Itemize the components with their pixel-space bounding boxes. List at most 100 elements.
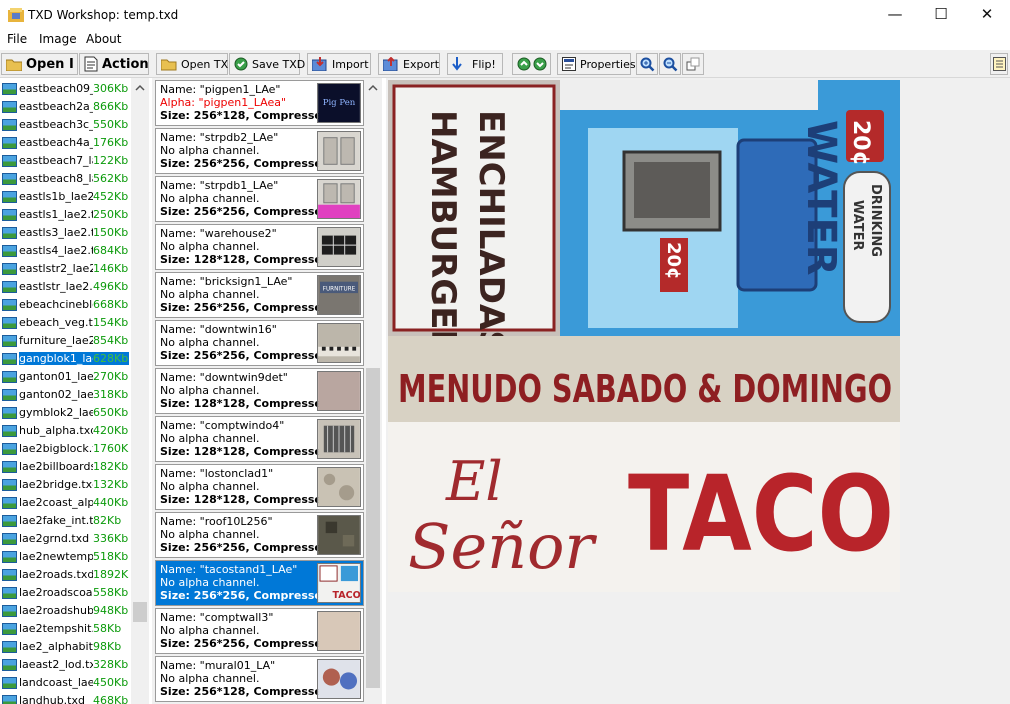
file-list-item[interactable]: furniture_lae2.txd854Kb	[0, 332, 131, 350]
image-file-icon	[2, 623, 17, 635]
texture-list-item[interactable]: Name: "comptwindo4" No alpha channel. Size…	[155, 416, 364, 462]
texture-size: Size: 256*128, Compressed	[160, 109, 330, 122]
file-list-scroll-thumb[interactable]	[133, 602, 147, 622]
properties-button[interactable]: Properties	[557, 53, 636, 75]
save-txd-button[interactable]: Save TXD	[229, 53, 305, 75]
file-list-item[interactable]: ganton01_lae2.txd270Kb	[0, 368, 131, 386]
texture-size: Size: 256*256, Compressed	[160, 541, 330, 554]
menu-file[interactable]: File	[7, 32, 27, 46]
image-file-icon	[2, 281, 17, 293]
file-list-item[interactable]: ebeach_veg.txd154Kb	[0, 314, 131, 332]
file-list-item[interactable]: lae2coast_alpha.txd440Kb	[0, 494, 131, 512]
file-list-item[interactable]: laeast2_lod.txd328Kb	[0, 656, 131, 674]
texture-thumbnail	[317, 515, 361, 555]
texture-list-item[interactable]: Name: "warehouse2" No alpha channel. Size:…	[155, 224, 364, 270]
file-list-item[interactable]: lae2roads.txd1892Kb	[0, 566, 131, 584]
file-list-item[interactable]: lae2billboards.txd182Kb	[0, 458, 131, 476]
file-list-item[interactable]: eastbeach7_lae2.txd122Kb	[0, 152, 131, 170]
menu-about[interactable]: About	[86, 32, 121, 46]
file-size: 550Kb	[93, 118, 129, 131]
file-list-item[interactable]: eastls4_lae2.txd684Kb	[0, 242, 131, 260]
file-list-item[interactable]: eastls3_lae2.txd150Kb	[0, 224, 131, 242]
file-list-item[interactable]: landhub.txd 468Kb	[0, 692, 131, 704]
file-list-item[interactable]: ganton02_lae2.txd318Kb	[0, 386, 131, 404]
file-size: 250Kb	[93, 208, 129, 221]
file-name: eastbeach8_lae2.txd	[19, 172, 93, 185]
file-list-item[interactable]: lae2tempshit.txd58Kb	[0, 620, 131, 638]
file-size: 176Kb	[93, 136, 129, 149]
close-button[interactable]: ✕	[964, 0, 1010, 30]
file-size: 146Kb	[93, 262, 129, 275]
scroll-up-icon[interactable]	[131, 80, 149, 96]
texture-list-scrollbar[interactable]	[364, 78, 382, 704]
panel-icon	[993, 57, 1006, 71]
file-list-item[interactable]: eastlstr_lae2.txd496Kb	[0, 278, 131, 296]
texture-list-item[interactable]: Name: "bricksign1_LAe" No alpha channel. S…	[155, 272, 364, 318]
flip-label: Flip!	[472, 57, 496, 71]
file-list-item[interactable]: gymblok2_lae2.txd650Kb	[0, 404, 131, 422]
file-list-item[interactable]: eastbeach8_lae2.txd562Kb	[0, 170, 131, 188]
file-list-item[interactable]: eastbeach4a_lae2.txd176Kb	[0, 134, 131, 152]
texture-list-item[interactable]: Name: "strpdb1_LAe" No alpha channel. Size…	[155, 176, 364, 222]
file-list-item[interactable]: lae2_alphabits.txd98Kb	[0, 638, 131, 656]
file-list-item[interactable]: eastbeach2a_lae2.txd866Kb	[0, 98, 131, 116]
import-button[interactable]: Import	[307, 53, 371, 75]
file-list-item[interactable]: ebeachcineblok.txd668Kb	[0, 296, 131, 314]
thumb-text: TACO	[333, 590, 361, 601]
img-file-list[interactable]: eastbeach09_lae2.txd306Kbeastbeach2a_lae…	[0, 78, 131, 704]
open-img-button[interactable]: Open IMG	[1, 53, 78, 75]
image-file-icon	[2, 263, 17, 275]
file-list-item[interactable]: landcoast_lae2.txd450Kb	[0, 674, 131, 692]
texture-preview-image: ENCHILADAS HAMBURGERS 20¢ WATER DRINKING…	[388, 80, 900, 592]
texture-list-item[interactable]: Name: "lostonclad1" No alpha channel. Size…	[155, 464, 364, 510]
menu-image[interactable]: Image	[39, 32, 77, 46]
next-icon[interactable]	[533, 57, 547, 71]
file-list-item[interactable]: lae2roadshub.txd948Kb	[0, 602, 131, 620]
zoom-out-button[interactable]	[659, 53, 681, 75]
texture-list-item[interactable]: Name: "pigpen1_LAe" Alpha: "pigpen1_LAea"…	[155, 80, 364, 126]
image-file-icon	[2, 155, 17, 167]
texture-list-item[interactable]: Name: "mural01_LA" No alpha channel. Size:…	[155, 656, 364, 702]
open-txd-button[interactable]: Open TXD	[156, 53, 237, 75]
panel-toggle-button[interactable]	[990, 53, 1008, 75]
file-name: lae2_alphabits.txd	[19, 640, 93, 653]
texture-list-item[interactable]: Name: "roof10L256" No alpha channel. Size:…	[155, 512, 364, 558]
minimize-button[interactable]: —	[872, 0, 918, 30]
file-list-item[interactable]: lae2newtempbx.txd518Kb	[0, 548, 131, 566]
texture-list-item[interactable]: Name: "tacostand1_LAe" No alpha channel. S…	[155, 560, 364, 606]
texture-list-item[interactable]: Name: "downtwin9det" No alpha channel. Siz…	[155, 368, 364, 414]
actual-size-button[interactable]	[682, 53, 704, 75]
file-list-item[interactable]: lae2grnd.txd 336Kb	[0, 530, 131, 548]
scroll-up-icon[interactable]	[364, 80, 382, 96]
texture-list-item[interactable]: Name: "strpdb2_LAe" No alpha channel. Size…	[155, 128, 364, 174]
file-list-item[interactable]: lae2roadscoast.txd558Kb	[0, 584, 131, 602]
file-list-item[interactable]: lae2bridge.txd 132Kb	[0, 476, 131, 494]
file-list-item[interactable]: eastlstr2_lae2.txd146Kb	[0, 260, 131, 278]
file-list-item[interactable]: gangblok1_lae2.txd628Kb	[0, 350, 131, 368]
image-file-icon	[2, 461, 17, 473]
texture-alpha: No alpha channel.	[160, 144, 260, 157]
file-list-item[interactable]: eastls1_lae2.txd250Kb	[0, 206, 131, 224]
file-list-item[interactable]: eastbeach09_lae2.txd306Kb	[0, 80, 131, 98]
title-bar[interactable]: TXD Workshop: temp.txd — ☐ ✕	[0, 0, 1010, 30]
save-txd-label: Save TXD	[252, 57, 306, 71]
file-list-item[interactable]: hub_alpha.txd 420Kb	[0, 422, 131, 440]
flip-button[interactable]: Flip!	[447, 53, 503, 75]
file-list-scrollbar[interactable]	[131, 78, 149, 704]
file-list-item[interactable]: eastbeach3c_lae2.txd550Kb	[0, 116, 131, 134]
texture-list-scroll-thumb[interactable]	[366, 368, 380, 688]
texture-name: Name: "lostonclad1"	[160, 467, 274, 480]
action-button[interactable]: Action	[79, 53, 149, 75]
texture-list[interactable]: Name: "pigpen1_LAe" Alpha: "pigpen1_LAea"…	[152, 78, 364, 704]
file-list-item[interactable]: eastls1b_lae2.txd452Kb	[0, 188, 131, 206]
maximize-button[interactable]: ☐	[918, 0, 964, 30]
texture-list-item[interactable]: Name: "downtwin16" No alpha channel. Size:…	[155, 320, 364, 366]
previous-icon[interactable]	[517, 57, 531, 71]
zoom-in-button[interactable]	[636, 53, 658, 75]
file-list-item[interactable]: lae2fake_int.txd82Kb	[0, 512, 131, 530]
export-button[interactable]: Export	[378, 53, 440, 75]
file-list-item[interactable]: lae2bigblock.txd1760Kb	[0, 440, 131, 458]
texture-list-item[interactable]: Name: "comptwall3" No alpha channel. Size:…	[155, 608, 364, 654]
texture-alpha: No alpha channel.	[160, 624, 260, 637]
file-size: 948Kb	[93, 604, 129, 617]
